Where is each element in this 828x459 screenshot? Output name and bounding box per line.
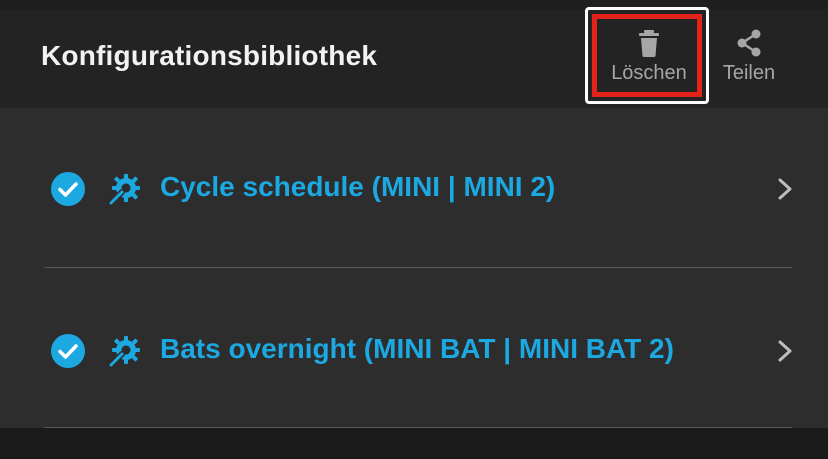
share-icon	[737, 29, 761, 57]
app-header: Konfigurationsbibliothek Löschen Teilen	[0, 10, 828, 108]
bottom-area	[0, 428, 828, 459]
trash-icon	[639, 30, 659, 57]
chevron-right-icon	[778, 178, 792, 200]
chevron-right-icon	[778, 340, 792, 362]
list-item[interactable]: Bats overnight (MINI BAT | MINI BAT 2)	[0, 290, 828, 410]
share-label: Teilen	[722, 62, 776, 84]
share-button[interactable]: Teilen	[716, 26, 782, 85]
list-item[interactable]: Cycle schedule (MINI | MINI 2)	[0, 128, 828, 248]
check-circle-icon	[51, 172, 85, 206]
check-circle-icon	[51, 334, 85, 368]
delete-label: Löschen	[611, 62, 687, 84]
delete-button[interactable]: Löschen	[603, 26, 695, 85]
configuration-list: Cycle schedule (MINI | MINI 2) Bats over…	[0, 108, 828, 428]
list-item-label: Bats overnight (MINI BAT | MINI BAT 2)	[160, 333, 674, 364]
list-item-label: Cycle schedule (MINI | MINI 2)	[160, 171, 556, 202]
page-title: Konfigurationsbibliothek	[41, 40, 378, 71]
screen: Konfigurationsbibliothek Löschen Teilen	[0, 0, 828, 459]
gear-wrench-icon	[108, 336, 140, 368]
gear-wrench-icon	[108, 174, 140, 206]
divider	[44, 267, 792, 268]
